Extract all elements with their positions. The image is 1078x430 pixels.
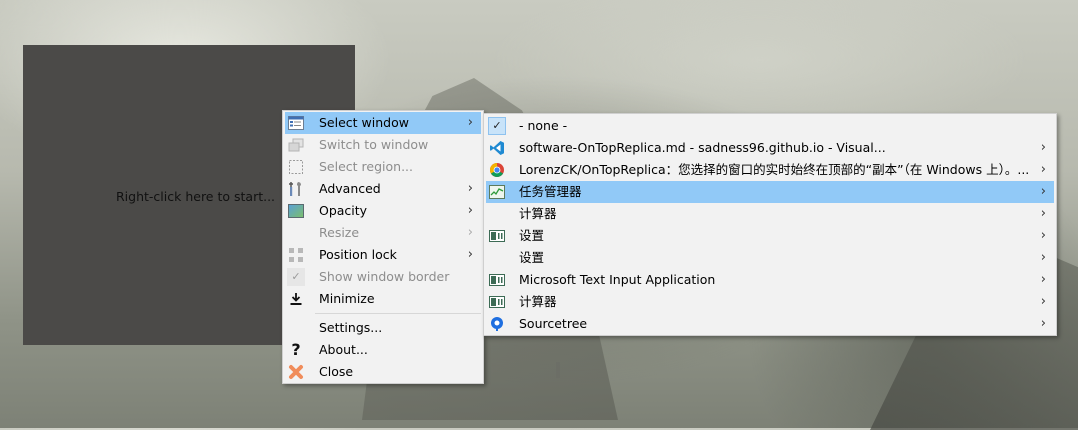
chevron-right-icon: › [467, 225, 473, 240]
window-item-label: 计算器 [519, 294, 557, 309]
window-item-calculator-2[interactable]: 计算器 › [486, 291, 1054, 313]
window-item-label: LorenzCK/OnTopReplica：您选择的窗口的实时始终在顶部的“副本… [519, 162, 1030, 177]
window-item-settings-2[interactable]: 设置 › [486, 247, 1054, 269]
vscode-icon [488, 139, 506, 157]
app-window-icon [488, 293, 506, 311]
chevron-right-icon: › [1040, 316, 1046, 331]
chevron-right-icon: › [467, 115, 473, 130]
window-item-label: Microsoft Text Input Application [519, 272, 716, 287]
window-item-label: 计算器 [519, 206, 557, 221]
menu-item-minimize[interactable]: Minimize [285, 288, 481, 310]
chevron-right-icon: › [1040, 206, 1046, 221]
menu-item-label: Advanced [319, 181, 381, 196]
window-item-vscode[interactable]: software-OnTopReplica.md - sadness96.git… [486, 137, 1054, 159]
question-glyph: ? [291, 340, 301, 359]
chrome-icon [488, 161, 506, 179]
menu-item-label: Opacity [319, 203, 368, 218]
menu-item-label: About... [319, 342, 368, 357]
menu-item-label: Resize [319, 225, 360, 240]
minimize-icon [287, 290, 305, 308]
menu-item-position-lock[interactable]: Position lock › [285, 244, 481, 266]
sourcetree-icon [488, 315, 506, 333]
context-menu: Select window › Switch to window Select … [282, 110, 484, 384]
grid-icon [287, 246, 305, 264]
check-glyph: ✓ [287, 268, 305, 286]
menu-item-label: Minimize [319, 291, 375, 306]
switch-window-icon [287, 136, 305, 154]
chevron-right-icon: › [1040, 228, 1046, 243]
menu-item-label: Show window border [319, 269, 450, 284]
window-item-calculator[interactable]: 计算器 › [486, 203, 1054, 225]
chevron-right-icon: › [467, 203, 473, 218]
window-item-settings[interactable]: 设置 › [486, 225, 1054, 247]
menu-item-about[interactable]: ? About... [285, 339, 481, 361]
menu-item-label: Position lock [319, 247, 397, 262]
window-item-label: 设置 [519, 228, 545, 243]
chevron-right-icon: › [1040, 250, 1046, 265]
menu-item-label: Select window [319, 115, 409, 130]
window-item-label: software-OnTopReplica.md - sadness96.git… [519, 140, 886, 155]
window-item-sourcetree[interactable]: Sourcetree › [486, 313, 1054, 335]
check-icon: ✓ [287, 268, 305, 286]
chevron-right-icon: › [1040, 140, 1046, 155]
chevron-right-icon: › [467, 181, 473, 196]
select-window-submenu: ✓ - none - software-OnTopReplica.md - sa… [483, 113, 1057, 336]
menu-item-resize[interactable]: Resize › [285, 222, 481, 244]
chevron-right-icon: › [1040, 272, 1046, 287]
menu-item-label: Select region... [319, 159, 413, 174]
menu-item-opacity[interactable]: Opacity › [285, 200, 481, 222]
window-item-label: Sourcetree [519, 316, 588, 331]
question-icon: ? [287, 340, 305, 359]
chevron-right-icon: › [1040, 294, 1046, 309]
menu-item-label: Settings... [319, 320, 383, 335]
window-item-label: 设置 [519, 250, 545, 265]
chevron-right-icon: › [1040, 162, 1046, 177]
chevron-right-icon: › [467, 247, 473, 262]
menu-item-close[interactable]: Close [285, 361, 481, 383]
window-item-none[interactable]: ✓ - none - [486, 115, 1054, 137]
menu-item-label: Switch to window [319, 137, 429, 152]
task-manager-icon [488, 183, 506, 201]
background-figure [556, 362, 560, 378]
app-window-icon [488, 271, 506, 289]
window-item-label: 任务管理器 [519, 184, 582, 199]
menu-item-show-window-border[interactable]: ✓ Show window border [285, 266, 481, 288]
menu-item-settings[interactable]: Settings... [285, 317, 481, 339]
menu-item-select-region[interactable]: Select region... [285, 156, 481, 178]
menu-item-label: Close [319, 364, 354, 379]
tools-icon [287, 180, 305, 198]
window-item-text-input-app[interactable]: Microsoft Text Input Application › [486, 269, 1054, 291]
chevron-right-icon: › [1040, 184, 1046, 199]
opacity-icon [287, 202, 305, 220]
menu-item-select-window[interactable]: Select window › [285, 112, 481, 134]
window-item-label: - none - [519, 118, 568, 133]
close-icon [287, 363, 305, 381]
window-item-chrome[interactable]: LorenzCK/OnTopReplica：您选择的窗口的实时始终在顶部的“副本… [486, 159, 1054, 181]
select-window-icon [287, 114, 305, 132]
region-icon [287, 158, 305, 176]
menu-separator [315, 313, 481, 314]
window-item-task-manager[interactable]: 任务管理器 › [486, 181, 1054, 203]
menu-item-switch-to-window[interactable]: Switch to window [285, 134, 481, 156]
app-window-icon [488, 227, 506, 245]
check-glyph: ✓ [492, 119, 502, 132]
check-icon: ✓ [488, 117, 506, 135]
menu-item-advanced[interactable]: Advanced › [285, 178, 481, 200]
